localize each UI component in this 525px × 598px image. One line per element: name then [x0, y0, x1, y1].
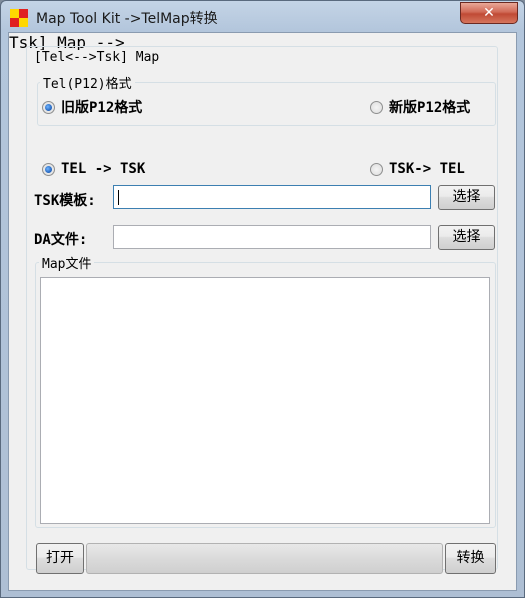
radio-tsk-to-tel[interactable]: TSK-> TEL [370, 161, 465, 177]
radio-tsk-to-tel-indicator[interactable] [370, 162, 383, 176]
map-file-list[interactable] [40, 277, 490, 524]
radio-tsk-to-tel-label: TSK-> TEL [389, 161, 465, 177]
tsk-template-select-button[interactable]: 选择 [438, 185, 495, 210]
da-file-select-button[interactable]: 选择 [438, 225, 495, 250]
radio-new-p12-label: 新版P12格式 [389, 100, 471, 116]
open-button[interactable]: 打开 [36, 543, 84, 574]
radio-tel-to-tsk-indicator[interactable] [42, 162, 55, 176]
radio-tel-to-tsk-label: TEL -> TSK [61, 161, 146, 177]
title-bar[interactable]: Map Tool Kit ->TelMap转换 ✕ [1, 1, 524, 31]
text-caret [118, 190, 119, 205]
window-title: Map Tool Kit ->TelMap转换 [36, 11, 218, 27]
radio-old-p12[interactable]: 旧版P12格式 [42, 97, 142, 117]
radio-old-p12-label: 旧版P12格式 [61, 100, 143, 116]
client-area: Tsk] Map --> [Tel<-->Tsk] Map Tel(P12)格式… [8, 32, 517, 591]
tsk-template-label: TSK模板: [34, 193, 96, 209]
tsk-template-input[interactable] [113, 185, 431, 209]
convert-button[interactable]: 转换 [445, 543, 496, 574]
app-window: Map Tool Kit ->TelMap转换 ✕ Tsk] Map --> [… [0, 0, 525, 598]
format-group-title: Tel(P12)格式 [40, 73, 135, 92]
progress-bar [86, 543, 443, 574]
app-icon[interactable] [10, 9, 28, 27]
da-file-label: DA文件: [34, 232, 88, 248]
radio-tel-to-tsk[interactable]: TEL -> TSK [42, 161, 145, 177]
radio-new-p12-indicator[interactable] [370, 100, 383, 114]
da-file-input[interactable] [113, 225, 431, 249]
main-group-title: [Tel<-->Tsk] Map [31, 50, 163, 65]
radio-old-p12-indicator[interactable] [42, 100, 55, 114]
radio-new-p12[interactable]: 新版P12格式 [370, 97, 470, 117]
close-icon: ✕ [483, 5, 495, 21]
map-file-group-title: Map文件 [39, 253, 95, 272]
close-button[interactable]: ✕ [460, 2, 518, 24]
